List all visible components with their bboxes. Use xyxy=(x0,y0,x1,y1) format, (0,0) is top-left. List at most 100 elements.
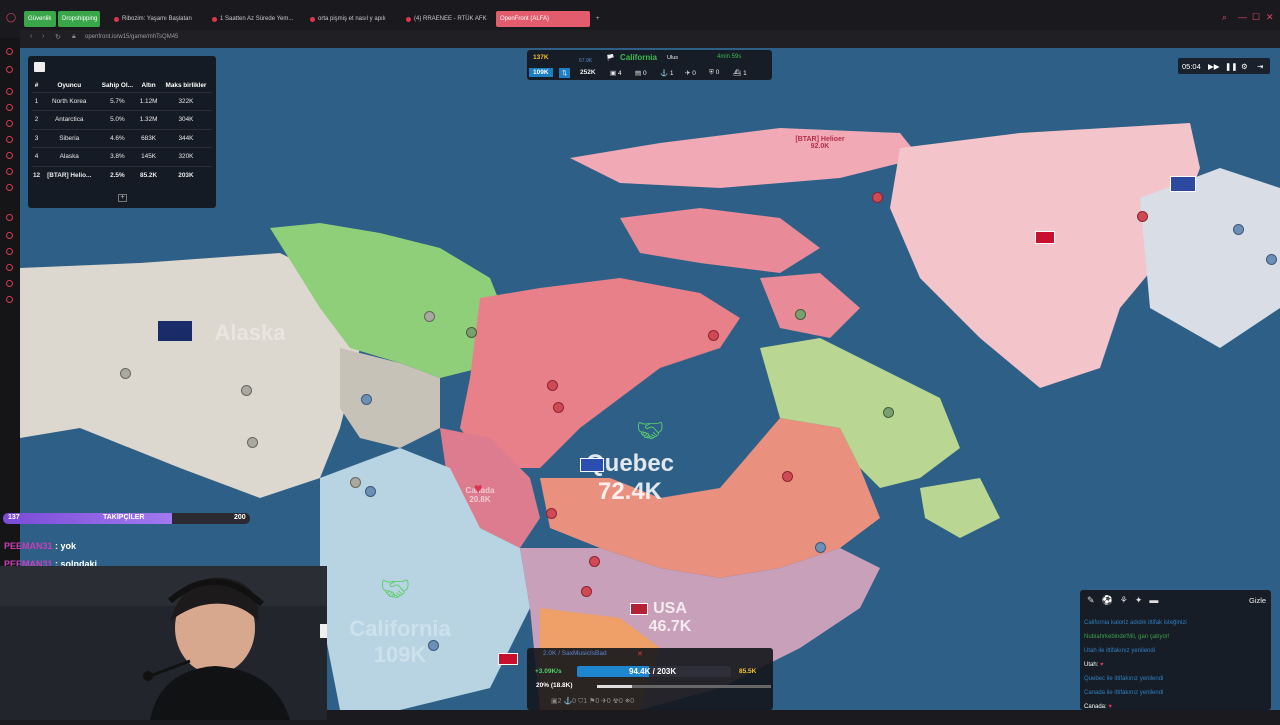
city-icon[interactable] xyxy=(361,394,372,405)
player-stats-bar: 137K 67.9K 🏴︎ California Ulus 4min 59s 1… xyxy=(527,50,772,80)
address-bar[interactable] xyxy=(20,30,1280,48)
opera-logo-icon[interactable]: ◯ xyxy=(6,12,16,23)
exit-icon[interactable]: ⇥ xyxy=(1257,62,1263,71)
city-icon[interactable] xyxy=(466,327,477,338)
troops-icon[interactable]: ⇅ xyxy=(559,68,571,78)
event-item: Canada: ♥ xyxy=(1084,704,1112,710)
column-header[interactable]: Altın xyxy=(137,80,160,92)
gold-cell: 683K xyxy=(137,128,160,148)
tab-security[interactable]: Güvenlik xyxy=(24,11,56,27)
sidebar-icon[interactable] xyxy=(6,214,13,221)
search-icon[interactable]: ⌕ xyxy=(1222,12,1227,23)
heart-icon: ♥ xyxy=(474,480,483,496)
forward-icon[interactable]: › xyxy=(42,33,44,40)
tab-favicon-icon xyxy=(310,16,315,22)
pause-icon[interactable]: ❚❚ xyxy=(1225,62,1238,71)
city-icon[interactable] xyxy=(241,385,252,396)
tab-dropshipping[interactable]: Dropshipping xyxy=(58,11,100,27)
gold-value: 85.5K xyxy=(739,668,757,675)
city-icon[interactable] xyxy=(553,402,564,413)
follower-goal: 200 xyxy=(234,514,246,521)
column-header[interactable]: Oyuncu xyxy=(41,80,97,92)
expand-leaderboard-button[interactable]: + xyxy=(118,194,127,202)
webcam-overlay xyxy=(0,566,327,720)
close-icon[interactable]: ✕ xyxy=(637,650,643,658)
sidebar-icon[interactable] xyxy=(6,136,13,143)
owned-cell: 4.6% xyxy=(97,128,138,148)
column-header[interactable]: Maks birlikler xyxy=(160,80,212,92)
city-icon[interactable] xyxy=(365,486,376,497)
sidebar-icon[interactable] xyxy=(6,152,13,159)
event-item: Nubiahrkebinde'Mil, gan çatıyor! xyxy=(1084,634,1170,640)
streamer-image xyxy=(0,566,327,720)
attack-ratio-slider[interactable] xyxy=(597,685,771,688)
city-icon[interactable] xyxy=(1266,254,1277,265)
fast-forward-icon[interactable]: ▶▶ xyxy=(1208,62,1220,71)
sidebar-icon[interactable] xyxy=(6,48,13,55)
close-icon[interactable]: ✕ xyxy=(1266,12,1274,23)
sidebar-icon[interactable] xyxy=(6,248,13,255)
table-row[interactable]: 3 Siberia 4.6% 683K 344K xyxy=(32,128,212,148)
sam-count: ⛨ 0 xyxy=(709,69,720,76)
events-panel: ✎⚽⚘✦▬ Gizle California kaloriz adıdık it… xyxy=(1080,590,1271,710)
settings-icon[interactable]: ⚙ xyxy=(1241,62,1248,71)
sidebar-icon[interactable] xyxy=(6,280,13,287)
sidebar-icon[interactable] xyxy=(6,66,13,73)
back-icon[interactable]: ‹ xyxy=(30,33,32,40)
city-icon[interactable] xyxy=(581,586,592,597)
workers-value: 252K xyxy=(580,69,596,76)
column-header[interactable]: Sahip Ol... xyxy=(97,80,137,92)
sidebar-icon[interactable] xyxy=(6,264,13,271)
gold-cell: 1.12M xyxy=(137,91,160,111)
alliance-handshake-icon: 🤝︎ xyxy=(380,576,411,603)
city-icon[interactable] xyxy=(589,556,600,567)
sidebar-icon[interactable] xyxy=(6,104,13,111)
city-icon[interactable] xyxy=(120,368,131,379)
city-icon[interactable] xyxy=(795,309,806,320)
city-icon[interactable] xyxy=(1233,224,1244,235)
sidebar-icon[interactable] xyxy=(6,232,13,239)
sidebar-icon[interactable] xyxy=(6,184,13,191)
owned-cell: 2.5% xyxy=(97,165,138,185)
table-row[interactable]: 1 North Korea 5.7% 1.12M 322K xyxy=(32,91,212,111)
city-icon[interactable] xyxy=(1137,211,1148,222)
sidebar-icon[interactable] xyxy=(6,168,13,175)
city-icon[interactable] xyxy=(708,330,719,341)
follower-count: 137 xyxy=(8,514,20,521)
sidebar-icon[interactable] xyxy=(6,88,13,95)
city-icon[interactable] xyxy=(872,192,883,203)
city-icon[interactable] xyxy=(546,508,557,519)
city-icon[interactable] xyxy=(428,640,439,651)
column-header[interactable]: # xyxy=(32,80,41,92)
sidebar-icon[interactable] xyxy=(6,120,13,127)
new-tab-button[interactable]: + xyxy=(592,11,602,27)
event-filter-icons[interactable]: ✎⚽⚘✦▬ xyxy=(1087,595,1165,606)
city-icon[interactable] xyxy=(547,380,558,391)
table-row[interactable]: 4 Alaska 3.8% 145K 320K xyxy=(32,147,212,166)
city-icon[interactable] xyxy=(815,542,826,553)
event-list: California kaloriz adıdık ittifak isteği… xyxy=(1084,616,1187,714)
build-menu-icons[interactable]: ▣2 ⚓0 ⛉1 ⚑0 ✈0 ☢0 ⛯0 xyxy=(551,697,634,706)
maximize-icon[interactable]: ☐ xyxy=(1252,12,1260,23)
city-icon[interactable] xyxy=(782,471,793,482)
city-icon[interactable] xyxy=(247,437,258,448)
tab-rtuk[interactable]: (4) RRAENEE - RTÜK AFK xyxy=(402,11,494,27)
hide-button[interactable]: Gizle xyxy=(1249,596,1266,605)
city-icon[interactable] xyxy=(883,407,894,418)
city-icon[interactable] xyxy=(424,311,435,322)
missile-count: ✈ 0 xyxy=(685,70,696,77)
city-icon[interactable] xyxy=(350,477,361,488)
heart-icon: ♥ xyxy=(1108,704,1112,710)
tab-recipe[interactable]: 1 Saatten Az Sürede Yem... xyxy=(208,11,300,27)
url-text[interactable]: openfront.io/w15/game/mhTsQM45 xyxy=(85,34,178,40)
flag-icon xyxy=(1170,176,1196,192)
table-row[interactable]: 12 [BTAR] Helio... 2.5% 85.2K 203K xyxy=(32,165,212,185)
tab-meat[interactable]: orta pişmiş et nasıl y apılı xyxy=(306,11,398,27)
sidebar-icon[interactable] xyxy=(6,296,13,303)
reload-icon[interactable]: ↻ xyxy=(55,33,61,41)
table-row[interactable]: 2 Antarctica 5.0% 1.32M 304K xyxy=(32,110,212,129)
leaderboard-icon[interactable] xyxy=(34,62,45,72)
tab-openfront[interactable]: OpenFront (ALFA) xyxy=(496,11,590,27)
tab-ribozim[interactable]: Ribozim: Yaşamı Başlatan xyxy=(110,11,202,27)
minimize-icon[interactable]: — xyxy=(1238,12,1247,22)
